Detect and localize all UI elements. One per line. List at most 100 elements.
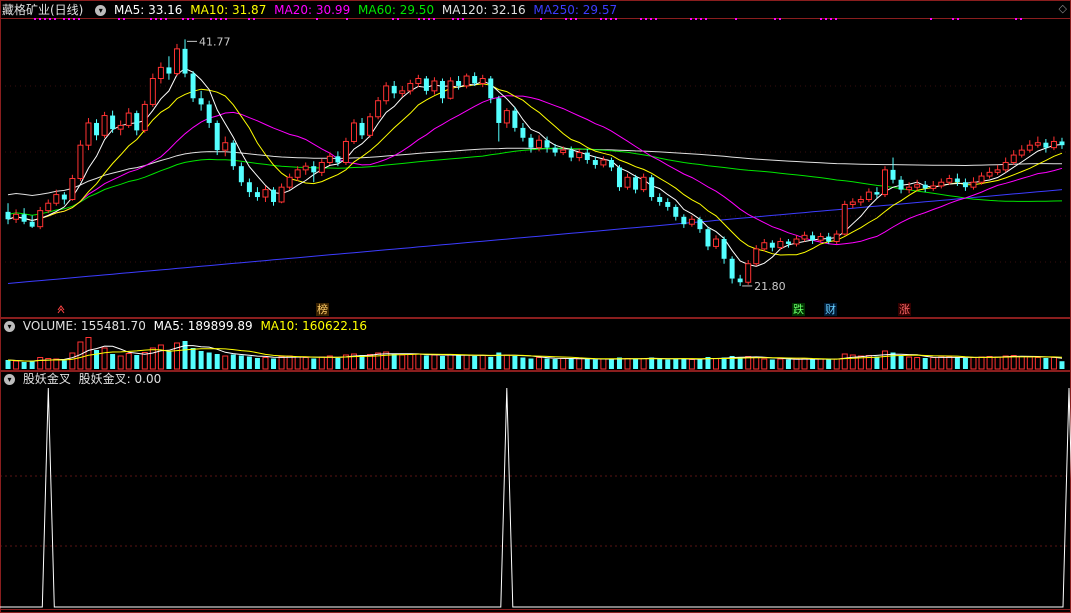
volume-bar-down [810, 359, 816, 369]
candle-body-down [271, 189, 277, 202]
volume-bar-up [447, 354, 454, 370]
candle-body-up [318, 161, 325, 173]
candle-body-up [906, 186, 913, 191]
volume-bar-down [94, 350, 100, 369]
signal-dot [690, 18, 692, 20]
volume-bar-up [53, 358, 60, 370]
candle-body-down [214, 122, 220, 151]
candle-body-up [294, 169, 301, 178]
volume-bar-down [21, 362, 27, 369]
candle-body-up [881, 169, 888, 196]
signal-dot [220, 18, 222, 20]
candle-body-down [633, 177, 639, 190]
volume-bar-down [769, 359, 775, 369]
event-flag-rank[interactable]: 榜 [316, 303, 329, 316]
volume-bar-up [1026, 356, 1033, 370]
ma10-readout: MA10: 31.87 [190, 3, 267, 17]
candle-body-up [688, 218, 695, 225]
event-flag-finance[interactable]: 财 [824, 303, 837, 316]
signal-dot [392, 18, 394, 20]
signal-dot [78, 18, 80, 20]
volume-bar-up [262, 357, 269, 370]
candle-body-down [608, 160, 614, 168]
volume-collapse-icon[interactable]: ▾ [4, 321, 15, 332]
signal-dot [600, 18, 602, 20]
candle-body-down [785, 241, 791, 244]
candle-body-up [326, 155, 333, 163]
candle-body-up [431, 80, 438, 92]
volume-bar-up [1050, 357, 1057, 370]
volume-readout: VOLUME: 155481.70 [22, 319, 146, 333]
candle-body-down [512, 110, 518, 128]
candle-body-down [568, 150, 574, 158]
volume-bar-up [978, 356, 985, 370]
candle-body-up [69, 178, 76, 201]
volume-bar-up [576, 358, 583, 370]
candle-body-up [101, 115, 108, 136]
signal-dot [215, 18, 217, 20]
candle-body-down [729, 258, 735, 279]
candle-body-down [584, 152, 590, 160]
volume-bar-down [649, 357, 655, 369]
volume-bar-up [881, 350, 888, 370]
signal-spike-line [0, 387, 1071, 608]
volume-bar-up [302, 357, 309, 370]
candle-body-down [238, 166, 244, 183]
panel-settings-icon[interactable]: ◇ [1059, 2, 1067, 15]
ma250-readout: MA250: 29.57 [533, 3, 618, 17]
signal-dot [735, 18, 737, 20]
candle-body-up [13, 213, 20, 220]
indicator-signal-line [0, 387, 1071, 608]
volume-bar-up [560, 358, 567, 370]
volume-bar-down [488, 357, 494, 369]
volume-bar-down [898, 356, 904, 369]
candle-body-up [817, 236, 824, 241]
candle-body-down [962, 182, 968, 188]
volume-bar-up [141, 352, 148, 370]
signal-dot [155, 18, 157, 20]
volume-bar-down [166, 351, 172, 369]
event-flag-rise[interactable]: 涨 [898, 303, 911, 316]
candle-body-up [713, 238, 720, 247]
candle-body-down [697, 219, 703, 230]
signal-dot [640, 18, 642, 20]
volume-bar-up [278, 356, 285, 370]
collapse-toggle-icon[interactable]: ▾ [95, 5, 107, 16]
candle-body-up [125, 112, 132, 126]
signal-dot [705, 18, 707, 20]
ma60-line [7, 147, 1063, 216]
signal-dot [73, 18, 75, 20]
candle-body-up [302, 165, 309, 171]
volume-bar-up [946, 356, 953, 370]
signal-dot [118, 18, 120, 20]
candle-body-up [986, 171, 993, 177]
candle-body-down [134, 113, 140, 131]
candle-body-down [826, 236, 832, 242]
signal-dot [165, 18, 167, 20]
candle-body-down [110, 115, 116, 130]
volume-bar-down [335, 358, 341, 369]
indicator-collapse-icon[interactable]: ▾ [4, 374, 15, 385]
signal-dot [397, 18, 399, 20]
candle-body-up [624, 176, 631, 188]
volume-bar-up [793, 358, 800, 370]
ma20-readout: MA20: 30.99 [274, 3, 351, 17]
ma20-line [7, 95, 1063, 246]
volume-bar-up [1018, 356, 1025, 370]
candle-body-down [810, 235, 816, 241]
signal-dot [570, 18, 572, 20]
event-flag-drop[interactable]: 跌 [792, 303, 805, 316]
candle-body-down [552, 147, 558, 153]
volume-ma5-line [7, 345, 1063, 362]
candle-body-up [141, 103, 148, 131]
candle-body-down [954, 178, 960, 183]
candle-body-down [488, 78, 494, 99]
volume-bar-up [13, 360, 20, 370]
volume-bar-up [536, 357, 543, 370]
candle-body-down [439, 80, 445, 99]
candle-body-down [182, 48, 188, 74]
candle-body-down [206, 104, 212, 123]
signal-dot [423, 18, 425, 20]
volume-bar-up [125, 353, 132, 370]
candle-body-down [359, 122, 365, 136]
